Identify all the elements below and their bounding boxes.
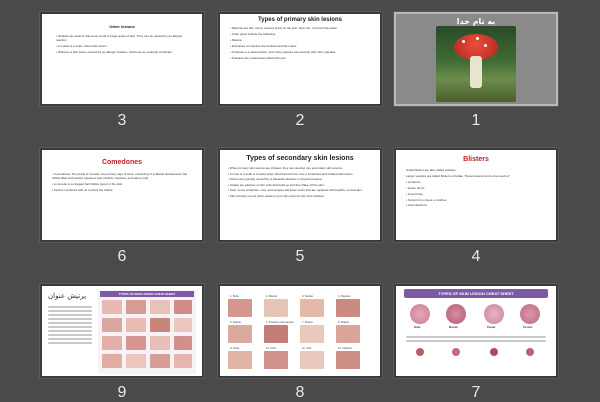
slide-4-bullet: steam burns	[407, 185, 425, 190]
slide-3-bullet: Wheal is a skin lesion caused by an alle…	[57, 50, 173, 55]
slide-number: 3	[117, 112, 127, 129]
tile-label: 11. Scar	[302, 347, 312, 350]
slide-2-canvas[interactable]: Types of primary skin lesions • Macules …	[218, 12, 382, 106]
slide-5-bullet: Ulcers are typically caused by a bacteri…	[229, 177, 323, 181]
cheat-sheet-image: TYPES OF SKIN LESION CHEAT SHEET	[98, 290, 196, 374]
slide-4-bullet: Larger vesicles are called blisters or b…	[406, 173, 510, 178]
slide-2-bullet: Macules are flat, round, colored spots o…	[231, 26, 338, 30]
lesion-photo	[336, 325, 360, 343]
lesion-photo	[300, 299, 324, 317]
cheat-sheet-banner: TYPES OF SKIN LESION CHEAT SHEET	[100, 291, 194, 297]
lesion-label: Macule	[449, 326, 458, 329]
slide-sorter-grid: Other lesions • Nodules are lesions that…	[0, 0, 600, 401]
tile-label: 2. Macule	[266, 295, 278, 298]
tile-label: 7. Plaque	[302, 321, 313, 324]
lesion-circle	[446, 304, 466, 324]
slide-number: 2	[295, 112, 305, 129]
slide-number: 6	[117, 248, 127, 265]
slide-number: 5	[295, 248, 305, 265]
lesion-photo	[264, 325, 288, 343]
slide-number: 1	[471, 112, 481, 129]
tile-label: 8. Plaque	[338, 321, 349, 324]
slide-6-canvas[interactable]: Comedones • Comedones: The plural of com…	[40, 148, 204, 242]
slide-2-bullet: Macula	[231, 37, 242, 42]
slide-3-canvas[interactable]: Other lesions • Nodules are lesions that…	[40, 12, 204, 106]
tile-label: 10. Ulcer	[266, 347, 277, 350]
tile-label: 5. Papule	[230, 321, 241, 324]
slide-5-bullet: Scar: some scratches, cuts, and scrapes …	[229, 188, 363, 192]
slide-3-bullet: Nodules are lesions that cover small or …	[56, 34, 183, 43]
lesion-photo	[228, 299, 252, 317]
slide-3-title: Other lesions	[109, 24, 135, 29]
slide-number: 4	[471, 248, 481, 265]
slide-1-title: به نام خدا	[456, 17, 496, 26]
tile-label: 6. Pustules and papules	[266, 321, 294, 324]
slide-5-bullet: When primary skin lesions are irritated,…	[229, 166, 343, 170]
slide-6-bullet: Comedones: The plural of comedo, the pri…	[52, 172, 188, 181]
slide-4-bullet: viral infections	[407, 203, 427, 208]
tile-label: 3. Nodule	[302, 295, 314, 298]
slide-2-bullet: Examples of macules are freckles and fla…	[231, 43, 298, 48]
slide-4-bullet: insect bites	[407, 191, 423, 196]
lesion-photo	[228, 351, 252, 369]
slide-4-canvas[interactable]: Blisters Small blisters are also called …	[394, 148, 558, 242]
slide-1-canvas[interactable]: به نام خدا	[394, 12, 558, 106]
lesion-photo	[300, 325, 324, 343]
slide-8-canvas[interactable]: 1. Bulla 2. Macule 3. Nodule 4. Papules …	[218, 284, 382, 378]
lesion-label: Papule	[487, 326, 496, 329]
tile-label: 9. Scale	[230, 347, 240, 350]
lesion-circle	[520, 304, 540, 324]
slide-4-bullet: friction from shoes or clothes	[407, 197, 447, 202]
mushroom-photo	[436, 26, 516, 102]
tile-label: 1. Bulla	[230, 295, 239, 298]
slide-2-title: Types of primary skin lesions	[258, 17, 342, 23]
lesion-photo	[228, 325, 252, 343]
slide-5-bullet: Skin atrophy occurs when areas of your s…	[229, 193, 325, 198]
slide-2-bullet: Color types include the following:	[231, 31, 276, 36]
slide-7-canvas[interactable]: TYPES OF SKIN LESION CHEAT SHEET Bulla M…	[394, 284, 558, 378]
tile-label: 12. Vesicles	[338, 347, 352, 350]
lesion-photo	[264, 299, 288, 317]
slide-2-bullet: Pustules are small lesions filled with p…	[231, 55, 287, 60]
lesion-label: Bulla	[414, 326, 421, 329]
lesion-circle	[410, 304, 430, 324]
slide-4-title: Blisters	[463, 156, 489, 163]
slide-9-canvas[interactable]: پرتیش عنوان TYPES OF SKIN LESION CHEAT S…	[40, 284, 204, 378]
slide-7-title: TYPES OF SKIN LESION CHEAT SHEET	[404, 289, 548, 298]
slide-5-bullet: A crust or a scab is created when dried …	[229, 171, 354, 176]
slide-6-bullet: A comedo is a clogged hair follicle (por…	[53, 182, 123, 187]
lesion-photo	[264, 351, 288, 369]
lesion-photo	[336, 351, 360, 369]
slide-6-title: Comedones	[101, 159, 143, 166]
lesion-label: Pustule	[523, 326, 533, 329]
slide-3-bullet: A nodule is a solid, raised skin lesion.	[57, 44, 108, 49]
slide-number: 8	[295, 384, 305, 401]
lesion-photo	[300, 351, 324, 369]
tile-label: 4. Papules	[338, 295, 351, 298]
lesion-photo	[336, 299, 360, 317]
lesion-circle	[484, 304, 504, 324]
slide-number: 9	[117, 384, 127, 401]
slide-6-bullet: Keratin combines with oil to block the f…	[53, 188, 114, 193]
slide-4-bullet: Small blisters are also called vesicles.	[406, 168, 457, 172]
slide-5-title: Types of secondary skin lesions	[246, 155, 354, 162]
slide-4-bullet: sunburns	[407, 179, 421, 184]
slide-2-bullet: A Papule is a raised lesion, and many pa…	[231, 49, 337, 54]
slide-number: 7	[471, 384, 481, 401]
slide-9-title: پرتیش عنوان	[48, 292, 87, 300]
slide-5-bullet: Scales are patches of skin cells that bu…	[229, 182, 325, 187]
slide-5-canvas[interactable]: Types of secondary skin lesions • When p…	[218, 148, 382, 242]
